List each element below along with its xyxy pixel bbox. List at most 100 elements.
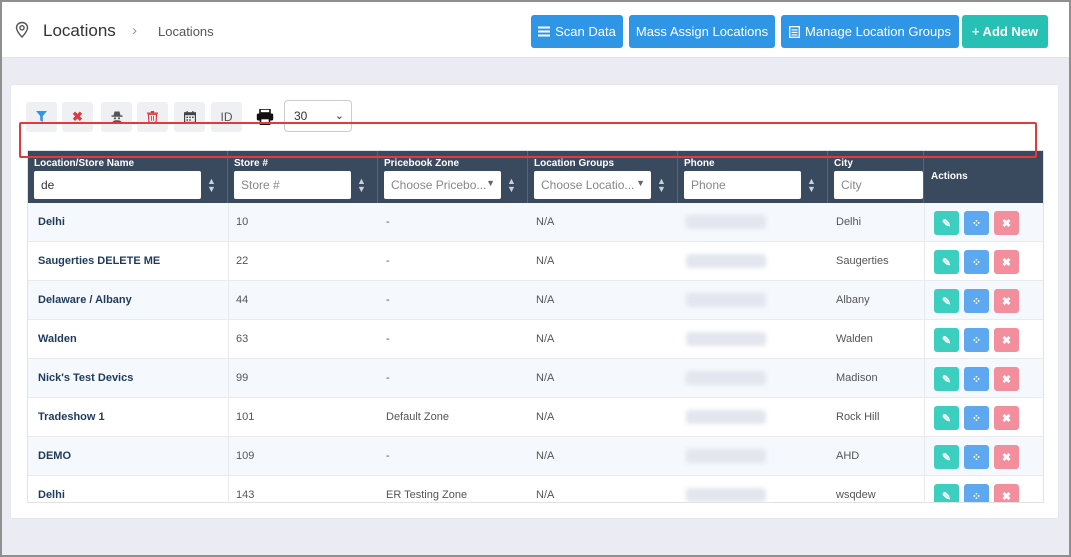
city: Walden bbox=[836, 333, 873, 345]
pencil-icon: ✎ bbox=[941, 490, 952, 503]
close-icon: ✖ bbox=[1001, 490, 1012, 503]
delete-row-button[interactable]: ✖ bbox=[994, 406, 1019, 430]
store-number: 44 bbox=[236, 294, 249, 306]
delete-row-button[interactable]: ✖ bbox=[994, 289, 1019, 313]
delete-row-button[interactable]: ✖ bbox=[994, 211, 1019, 235]
refresh-button[interactable]: ⁘ bbox=[964, 289, 989, 313]
table-row[interactable]: Delaware / Albany 44 - N/A Albany ✎ ⁘ ✖ bbox=[28, 281, 1043, 320]
delete-row-button[interactable]: ✖ bbox=[994, 328, 1019, 352]
spinner-icon: ⁘ bbox=[971, 295, 982, 308]
groups-filter-placeholder: Choose Locatio... bbox=[541, 178, 635, 192]
store-number: 10 bbox=[236, 216, 249, 228]
refresh-button[interactable]: ⁘ bbox=[964, 367, 989, 391]
column-divider bbox=[924, 281, 925, 320]
location-name[interactable]: Saugerties DELETE ME bbox=[38, 255, 160, 267]
column-divider bbox=[228, 320, 229, 359]
sort-icon[interactable]: ▲ ▼ bbox=[207, 177, 216, 194]
spinner-icon: ⁘ bbox=[971, 373, 982, 386]
zone-filter-select[interactable]: Choose Pricebo... ▼ bbox=[384, 171, 501, 199]
refresh-button[interactable]: ⁘ bbox=[964, 445, 989, 469]
delete-row-button[interactable]: ✖ bbox=[994, 484, 1019, 503]
column-divider bbox=[924, 359, 925, 398]
chevron-right-icon: › bbox=[132, 22, 137, 39]
sort-icon[interactable]: ▲ ▼ bbox=[807, 177, 816, 194]
delete-row-button[interactable]: ✖ bbox=[994, 445, 1019, 469]
sort-icon[interactable]: ▲ ▼ bbox=[657, 177, 666, 194]
phone-redacted bbox=[686, 371, 766, 385]
column-divider bbox=[924, 242, 925, 281]
edit-button[interactable]: ✎ bbox=[934, 484, 959, 503]
spinner-icon: ⁘ bbox=[971, 217, 982, 230]
refresh-button[interactable]: ⁘ bbox=[964, 328, 989, 352]
phone-filter-input[interactable]: Phone bbox=[684, 171, 801, 199]
refresh-button[interactable]: ⁘ bbox=[964, 484, 989, 502]
sort-icon[interactable]: ▲ ▼ bbox=[357, 177, 366, 194]
pencil-icon: ✎ bbox=[941, 412, 952, 425]
column-header-phone: Phone Phone ▲ ▼ bbox=[678, 151, 828, 203]
manage-location-groups-button[interactable]: Manage Location Groups bbox=[781, 15, 959, 48]
add-new-label: + Add New bbox=[971, 24, 1039, 39]
delete-row-button[interactable]: ✖ bbox=[994, 367, 1019, 391]
add-new-button[interactable]: + Add New bbox=[962, 15, 1048, 48]
phone-redacted bbox=[686, 293, 766, 307]
spinner-icon: ⁘ bbox=[971, 451, 982, 464]
caret-down-icon: ▼ bbox=[636, 178, 645, 188]
city: wsqdew bbox=[836, 489, 876, 501]
location-groups: N/A bbox=[536, 255, 555, 267]
location-groups: N/A bbox=[536, 333, 555, 345]
groups-filter-select[interactable]: Choose Locatio... ▼ bbox=[534, 171, 651, 199]
location-name[interactable]: Delhi bbox=[38, 216, 65, 228]
pricebook-zone: Default Zone bbox=[386, 411, 449, 423]
delete-row-button[interactable]: ✖ bbox=[994, 250, 1019, 274]
scan-data-button[interactable]: Scan Data bbox=[531, 15, 623, 48]
edit-button[interactable]: ✎ bbox=[934, 250, 959, 274]
city: Rock Hill bbox=[836, 411, 880, 423]
location-groups: N/A bbox=[536, 372, 555, 384]
phone-redacted bbox=[686, 332, 766, 346]
pricebook-zone: - bbox=[386, 216, 390, 228]
name-filter-input[interactable]: de bbox=[34, 171, 201, 199]
location-name[interactable]: Tradeshow 1 bbox=[38, 411, 105, 423]
column-divider bbox=[228, 398, 229, 437]
edit-button[interactable]: ✎ bbox=[934, 289, 959, 313]
table-row[interactable]: DEMO 109 - N/A AHD ✎ ⁘ ✖ bbox=[28, 437, 1043, 476]
store-filter-input[interactable]: Store # bbox=[234, 171, 351, 199]
pencil-icon: ✎ bbox=[941, 217, 952, 230]
table-row[interactable]: Delhi 143 ER Testing Zone N/A wsqdew ✎ ⁘… bbox=[28, 476, 1043, 503]
refresh-button[interactable]: ⁘ bbox=[964, 211, 989, 235]
table-row[interactable]: Tradeshow 1 101 Default Zone N/A Rock Hi… bbox=[28, 398, 1043, 437]
close-icon: ✖ bbox=[1001, 295, 1012, 308]
location-name[interactable]: Delaware / Albany bbox=[38, 294, 132, 306]
edit-button[interactable]: ✎ bbox=[934, 328, 959, 352]
sort-icon[interactable]: ▲ ▼ bbox=[507, 177, 516, 194]
table-header: Location/Store Name de ▲ ▼ Store # Store … bbox=[28, 151, 1043, 203]
location-name[interactable]: Walden bbox=[38, 333, 77, 345]
mass-assign-locations-button[interactable]: Mass Assign Locations bbox=[629, 15, 775, 48]
phone-redacted bbox=[686, 215, 766, 229]
column-label: Store # bbox=[234, 158, 268, 169]
location-name[interactable]: DEMO bbox=[38, 450, 71, 462]
store-number: 143 bbox=[236, 489, 255, 501]
breadcrumb[interactable]: Locations bbox=[158, 24, 214, 39]
column-label: Location Groups bbox=[534, 158, 614, 169]
store-number: 99 bbox=[236, 372, 249, 384]
refresh-button[interactable]: ⁘ bbox=[964, 250, 989, 274]
table-row[interactable]: Saugerties DELETE ME 22 - N/A Saugerties… bbox=[28, 242, 1043, 281]
city-filter-input[interactable]: City bbox=[834, 171, 923, 199]
column-divider bbox=[228, 437, 229, 476]
location-name[interactable]: Nick's Test Devics bbox=[38, 372, 133, 384]
mass-assign-label: Mass Assign Locations bbox=[635, 24, 769, 39]
column-divider bbox=[228, 242, 229, 281]
edit-button[interactable]: ✎ bbox=[934, 445, 959, 469]
refresh-button[interactable]: ⁘ bbox=[964, 406, 989, 430]
table-row[interactable]: Nick's Test Devics 99 - N/A Madison ✎ ⁘ … bbox=[28, 359, 1043, 398]
table-row[interactable]: Walden 63 - N/A Walden ✎ ⁘ ✖ bbox=[28, 320, 1043, 359]
location-name[interactable]: Delhi bbox=[38, 489, 65, 501]
edit-button[interactable]: ✎ bbox=[934, 211, 959, 235]
location-groups: N/A bbox=[536, 489, 555, 501]
edit-button[interactable]: ✎ bbox=[934, 367, 959, 391]
manage-groups-label: Manage Location Groups bbox=[805, 24, 951, 39]
table-row[interactable]: Delhi 10 - N/A Delhi ✎ ⁘ ✖ bbox=[28, 203, 1043, 242]
pricebook-zone: - bbox=[386, 333, 390, 345]
edit-button[interactable]: ✎ bbox=[934, 406, 959, 430]
